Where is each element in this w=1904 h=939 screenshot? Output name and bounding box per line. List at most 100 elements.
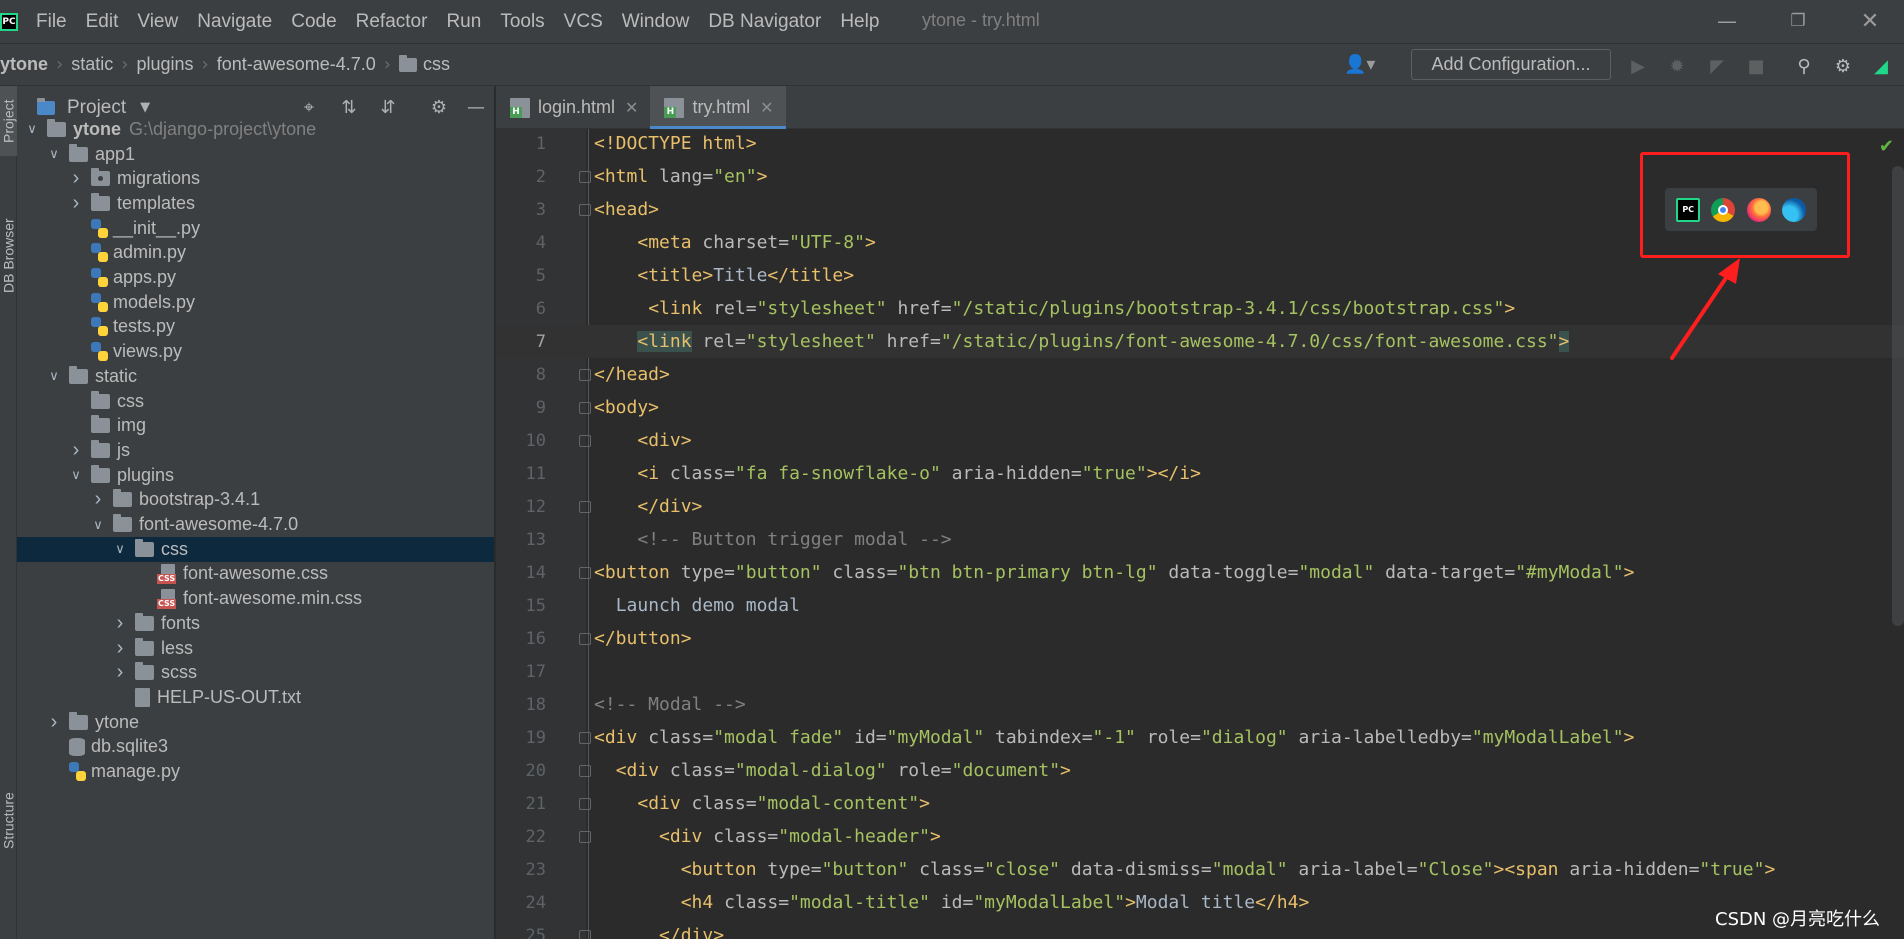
chevron-right-icon[interactable]: › <box>113 637 127 660</box>
code-line[interactable]: 24 <h4 class="modal-title" id="myModalLa… <box>496 886 1904 919</box>
fold-marker-icon[interactable] <box>579 929 591 939</box>
fold-marker-icon[interactable] <box>579 632 591 645</box>
code-line[interactable]: 18 <!-- Modal --> <box>496 688 1904 721</box>
tree-item[interactable]: ∨ app1 <box>17 142 494 167</box>
inspection-ok-icon[interactable]: ✔ <box>1879 136 1894 157</box>
tree-item[interactable]: › scss <box>17 660 494 685</box>
code-line[interactable]: 17 <box>496 655 1904 688</box>
menu-window[interactable]: Window <box>622 11 690 33</box>
breadcrumb-item[interactable]: font-awesome-4.7.0 <box>217 54 376 75</box>
code-line[interactable]: 10 <div> <box>496 424 1904 457</box>
tree-item[interactable]: › templates <box>17 191 494 216</box>
tree-item[interactable]: ∨ ytone G:\django-project\ytone <box>17 117 494 142</box>
tree-item[interactable]: ∨ css <box>17 536 494 562</box>
tree-item[interactable]: ∨ plugins <box>17 463 494 488</box>
menu-vcs[interactable]: VCS <box>564 11 603 33</box>
chevron-right-icon[interactable]: › <box>69 439 83 462</box>
tree-item[interactable]: db.sqlite3 <box>17 735 494 760</box>
breadcrumb-item[interactable]: css <box>398 54 450 75</box>
breadcrumb-item[interactable]: ytone <box>0 54 48 75</box>
chevron-down-icon[interactable]: ∨ <box>25 121 39 137</box>
menu-tools[interactable]: Tools <box>500 11 544 33</box>
tree-item[interactable]: admin.py <box>17 241 494 266</box>
code-line[interactable]: 11 <i class="fa fa-snowflake-o" aria-hid… <box>496 457 1904 490</box>
fold-marker-icon[interactable] <box>579 797 591 810</box>
fold-marker-icon[interactable] <box>579 368 591 381</box>
chevron-right-icon[interactable]: › <box>113 661 127 684</box>
breadcrumb-item[interactable]: static <box>71 54 113 75</box>
code-line[interactable]: 20 <div class="modal-dialog" role="docum… <box>496 754 1904 787</box>
tree-item[interactable]: apps.py <box>17 265 494 290</box>
chevron-right-icon[interactable]: › <box>69 192 83 215</box>
tree-item[interactable]: › js <box>17 438 494 463</box>
tree-item[interactable]: models.py <box>17 290 494 315</box>
tree-item[interactable]: __init__.py <box>17 216 494 241</box>
tree-item[interactable]: ∨ font-awesome-4.7.0 <box>17 512 494 537</box>
chevron-right-icon[interactable]: › <box>47 711 61 734</box>
project-tool-tab[interactable]: Project <box>0 86 17 156</box>
chevron-down-icon[interactable]: ∨ <box>47 368 61 384</box>
code-line[interactable]: 25 </div> <box>496 919 1904 939</box>
fold-marker-icon[interactable] <box>579 170 591 183</box>
code-line[interactable]: 14 <button type="button" class="btn btn-p… <box>496 556 1904 589</box>
add-configuration-button[interactable]: Add Configuration... <box>1411 49 1611 80</box>
run-icon[interactable]: ▶ <box>1625 53 1651 79</box>
db-browser-tool-tab[interactable]: DB Browser <box>0 201 17 311</box>
editor-tab[interactable]: Htry.html ✕ <box>650 86 786 129</box>
chevron-right-icon[interactable]: › <box>113 612 127 635</box>
code-line[interactable]: 22 <div class="modal-header"> <box>496 820 1904 853</box>
chevron-right-icon[interactable]: › <box>69 167 83 190</box>
tree-item[interactable]: CSS font-awesome.css <box>17 562 494 587</box>
chevron-right-icon[interactable]: › <box>91 488 105 511</box>
menu-view[interactable]: View <box>137 11 178 33</box>
code-line[interactable]: 15 Launch demo modal <box>496 589 1904 622</box>
restore-icon[interactable]: ❐ <box>1776 6 1820 36</box>
chevron-down-icon[interactable]: ▼ <box>140 100 150 115</box>
fold-marker-icon[interactable] <box>579 434 591 447</box>
menu-code[interactable]: Code <box>291 11 336 33</box>
tree-item[interactable]: HELP-US-OUT.txt <box>17 685 494 710</box>
fold-marker-icon[interactable] <box>579 203 591 216</box>
breadcrumb-item[interactable]: plugins <box>136 54 193 75</box>
menu-edit[interactable]: Edit <box>86 11 119 33</box>
menu-navigate[interactable]: Navigate <box>197 11 272 33</box>
tree-item[interactable]: › fonts <box>17 611 494 636</box>
tree-item[interactable]: ∨ static <box>17 364 494 389</box>
settings-icon[interactable]: ⚙ <box>1830 53 1856 79</box>
menu-refactor[interactable]: Refactor <box>356 11 428 33</box>
tree-item[interactable]: views.py <box>17 339 494 364</box>
menu-db-navigator[interactable]: DB Navigator <box>708 11 821 33</box>
fold-marker-icon[interactable] <box>579 401 591 414</box>
fold-marker-icon[interactable] <box>579 566 591 579</box>
structure-tool-tab[interactable]: Structure <box>0 776 17 866</box>
menu-file[interactable]: File <box>36 11 67 33</box>
user-account-icon[interactable]: 👤▾ <box>1344 54 1384 78</box>
tree-item[interactable]: CSS font-awesome.min.css <box>17 586 494 611</box>
search-icon[interactable]: ⚲ <box>1791 53 1817 79</box>
menu-run[interactable]: Run <box>446 11 481 33</box>
tree-item[interactable]: › ytone <box>17 710 494 735</box>
code-line[interactable]: 9 <body> <box>496 391 1904 424</box>
code-line[interactable]: 19 <div class="modal fade" id="myModal" t… <box>496 721 1904 754</box>
chevron-down-icon[interactable]: ∨ <box>113 541 127 557</box>
fold-marker-icon[interactable] <box>579 830 591 843</box>
tree-item[interactable]: tests.py <box>17 315 494 340</box>
fold-marker-icon[interactable] <box>579 764 591 777</box>
chevron-down-icon[interactable]: ∨ <box>69 467 83 483</box>
code-line[interactable]: 23 <button type="button" class="close" d… <box>496 853 1904 886</box>
coverage-icon[interactable]: ◤ <box>1704 53 1730 79</box>
close-tab-icon[interactable]: ✕ <box>625 98 638 118</box>
debug-icon[interactable]: ✹ <box>1664 53 1690 79</box>
code-line[interactable]: 12 </div> <box>496 490 1904 523</box>
tree-item[interactable]: css <box>17 389 494 414</box>
chevron-down-icon[interactable]: ∨ <box>91 517 105 533</box>
ide-update-icon[interactable]: ◢ <box>1868 53 1894 79</box>
close-tab-icon[interactable]: ✕ <box>760 98 773 118</box>
tree-item[interactable]: img <box>17 413 494 438</box>
tree-item[interactable]: › less <box>17 636 494 661</box>
tree-item[interactable]: › bootstrap-3.4.1 <box>17 488 494 513</box>
fold-marker-icon[interactable] <box>579 731 591 744</box>
chevron-down-icon[interactable]: ∨ <box>47 146 61 162</box>
tree-item[interactable]: › migrations <box>17 166 494 191</box>
close-window-icon[interactable]: ✕ <box>1848 6 1892 36</box>
